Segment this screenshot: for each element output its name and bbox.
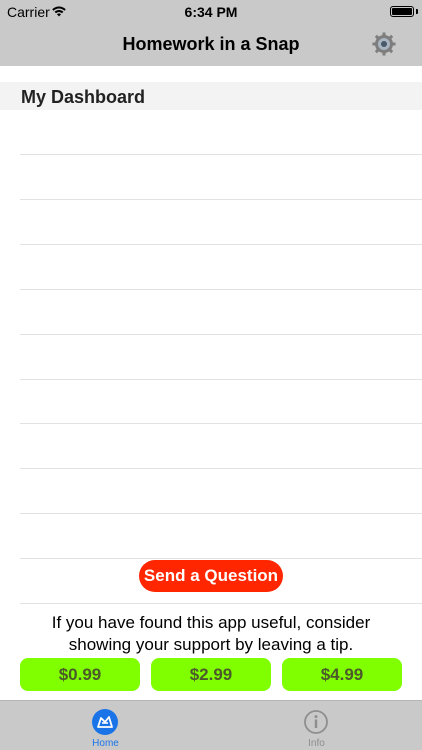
gear-icon[interactable]	[372, 32, 396, 56]
table-row[interactable]	[20, 155, 422, 200]
table-row[interactable]	[20, 514, 422, 560]
table-row[interactable]	[20, 424, 422, 470]
tab-home-label: Home	[92, 738, 119, 749]
navigation-bar: Homework in a Snap	[0, 24, 422, 66]
clock: 6:34 PM	[184, 4, 238, 20]
table-row[interactable]	[20, 245, 422, 290]
table-row[interactable]	[20, 469, 422, 515]
send-question-button[interactable]: Send a Question	[139, 560, 283, 592]
app-title: Homework in a Snap	[122, 34, 300, 54]
table-row[interactable]	[20, 110, 422, 155]
table-row[interactable]	[20, 200, 422, 245]
tab-info[interactable]: Info	[211, 701, 422, 750]
tip-button-large[interactable]: $4.99	[282, 658, 402, 691]
section-title: My Dashboard	[21, 87, 146, 107]
support-message: If you have found this app useful, consi…	[51, 613, 371, 654]
tab-info-label: Info	[308, 738, 325, 749]
dashboard-header: My Dashboard	[0, 82, 422, 110]
info-icon	[304, 710, 328, 734]
table-row[interactable]	[20, 335, 422, 380]
dashboard-list[interactable]	[0, 110, 422, 604]
tip-button-medium[interactable]: $2.99	[151, 658, 271, 691]
battery-tip	[416, 9, 418, 14]
status-bar: Carrier 6:34 PM	[0, 0, 422, 24]
table-row[interactable]	[20, 290, 422, 335]
home-icon	[92, 709, 118, 735]
tip-button-small[interactable]: $0.99	[20, 658, 140, 691]
table-row[interactable]	[20, 379, 422, 425]
tab-home[interactable]: Home	[0, 701, 211, 750]
battery-icon	[390, 6, 414, 17]
tab-bar: Home Info	[0, 700, 422, 750]
